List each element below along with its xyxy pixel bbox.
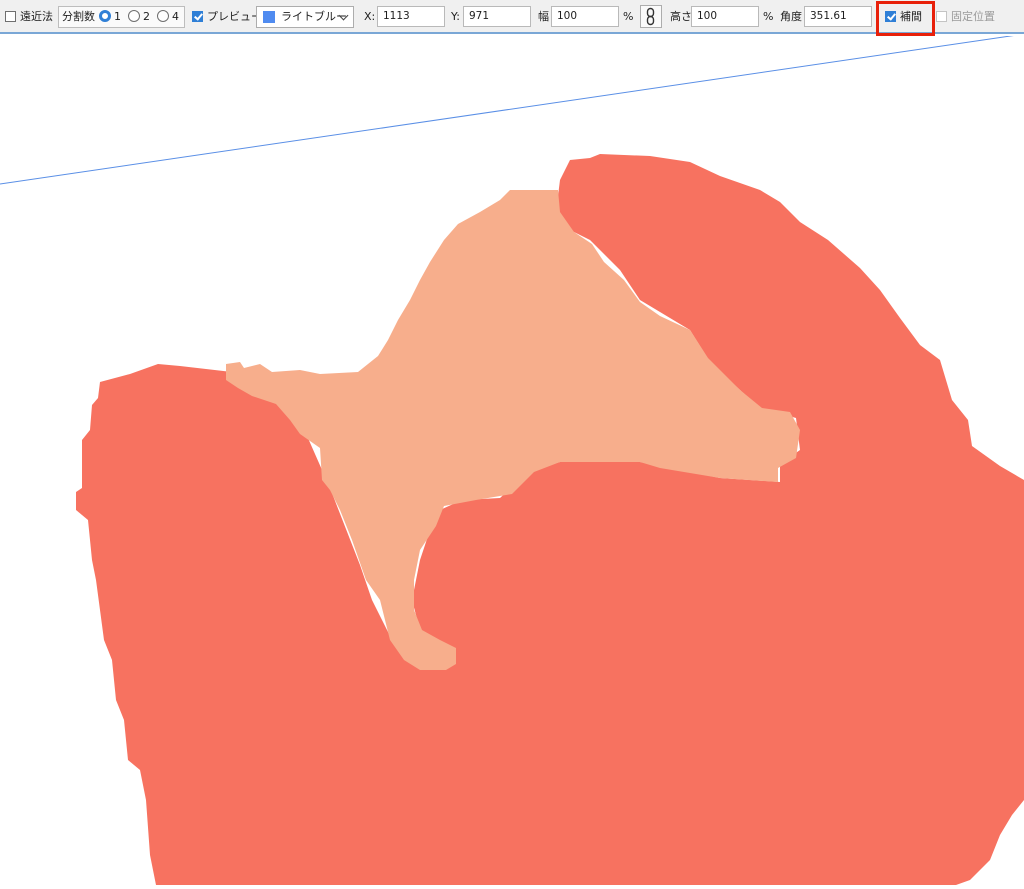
- guide-color-value: ライトブルー: [281, 10, 347, 23]
- preview-label: プレビュー: [207, 10, 262, 23]
- drawing-canvas[interactable]: [0, 33, 1024, 885]
- fixed-position-label: 固定位置: [951, 10, 995, 23]
- y-label: Y:: [451, 10, 460, 23]
- preview-option[interactable]: プレビュー: [192, 7, 262, 27]
- width-unit: %: [623, 10, 634, 23]
- angle-input[interactable]: 351.61: [804, 6, 872, 27]
- width-input[interactable]: 100: [551, 6, 619, 27]
- color-swatch: [263, 11, 275, 23]
- divisions-radio-2[interactable]: [128, 10, 140, 22]
- link-aspect-button[interactable]: [640, 5, 662, 28]
- divisions-option-4[interactable]: 4: [157, 7, 179, 27]
- divisions-option-2[interactable]: 2: [128, 7, 150, 27]
- transform-toolbar: 遠近法 分割数 1 2 4 プレビュー ライトブルー X: 1113 Y: 97…: [0, 0, 1024, 34]
- fixed-position-option[interactable]: 固定位置: [936, 7, 995, 27]
- y-input[interactable]: 971: [463, 6, 531, 27]
- divisions-label: 分割数: [62, 10, 95, 23]
- x-label: X:: [364, 10, 376, 23]
- divisions-option-1[interactable]: 1: [99, 7, 121, 27]
- canvas-artwork: [0, 33, 1024, 885]
- guide-color-select[interactable]: ライトブルー: [256, 6, 354, 28]
- angle-label: 角度: [780, 10, 802, 23]
- height-label: 高さ: [670, 10, 692, 23]
- divisions-radio-1[interactable]: [99, 10, 111, 22]
- fixed-position-checkbox[interactable]: [936, 10, 947, 22]
- width-label: 幅: [538, 10, 549, 23]
- x-input[interactable]: 1113: [377, 6, 445, 27]
- height-unit: %: [763, 10, 774, 23]
- transform-guide-line: [0, 33, 1024, 185]
- interpolation-highlight-box: [876, 1, 935, 36]
- perspective-option[interactable]: 遠近法: [5, 7, 53, 27]
- height-input[interactable]: 100: [691, 6, 759, 27]
- chain-link-icon: [646, 7, 655, 26]
- divisions-radio-4[interactable]: [157, 10, 169, 22]
- perspective-label: 遠近法: [20, 10, 53, 23]
- perspective-checkbox[interactable]: [5, 10, 16, 22]
- preview-checkbox[interactable]: [192, 10, 203, 22]
